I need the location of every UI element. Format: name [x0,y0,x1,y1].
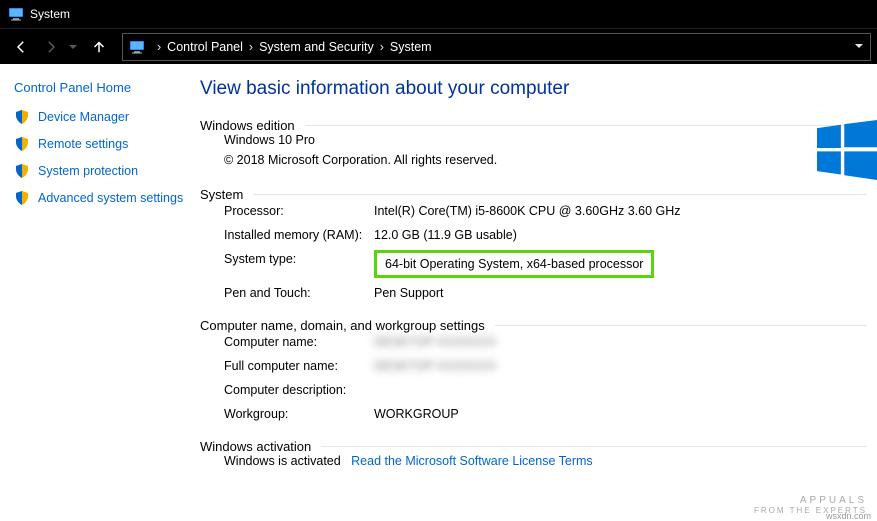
value-blurred: DESKTOP-XXXXXXX [374,357,867,375]
label: Full computer name: [224,357,374,375]
sidebar-item-label: Device Manager [38,110,129,124]
control-panel-home-link[interactable]: Control Panel Home [14,80,190,95]
divider [495,325,867,326]
row-full-computer-name: Full computer name: DESKTOP-XXXXXXX [224,357,867,375]
section-title: Windows edition [200,118,295,133]
breadcrumb-control-panel[interactable]: Control Panel [167,40,243,54]
sidebar-item-remote-settings[interactable]: Remote settings [14,136,190,152]
row-computer-name: Computer name: DESKTOP-XXXXXXX [224,333,867,351]
label: Workgroup: [224,405,374,423]
label: Processor: [224,202,374,220]
page-heading: View basic information about your comput… [200,78,867,100]
breadcrumb-system-security[interactable]: System and Security [259,40,374,54]
back-button[interactable] [6,32,36,62]
row-computer-description: Computer description: [224,381,867,399]
label: Computer description: [224,381,374,399]
row-pen-touch: Pen and Touch: Pen Support [224,284,867,302]
label: Installed memory (RAM): [224,226,374,244]
title-bar: System [0,0,877,28]
system-icon [8,6,24,22]
address-dropdown-icon[interactable] [854,40,864,54]
chevron-right-icon[interactable]: › [249,40,253,54]
value: 12.0 GB (11.9 GB usable) [374,226,867,244]
windows-copyright: © 2018 Microsoft Corporation. All rights… [224,153,867,167]
section-system: System Processor: Intel(R) Core(TM) i5-8… [200,187,867,302]
source-site: wsxdn.com [826,511,871,521]
row-processor: Processor: Intel(R) Core(TM) i5-8600K CP… [224,202,867,220]
label: Computer name: [224,333,374,351]
window-title: System [30,7,70,21]
chevron-right-icon[interactable]: › [380,40,384,54]
windows-product: Windows 10 Pro [224,133,867,147]
value: Pen Support [374,284,867,302]
divider [321,446,867,447]
value [374,381,867,399]
license-terms-link[interactable]: Read the Microsoft Software License Term… [351,454,593,468]
sidebar-item-label: System protection [38,164,138,178]
sidebar: Control Panel Home Device Manager Remote… [0,64,200,521]
activation-line: Windows is activated Read the Microsoft … [224,454,867,468]
sidebar-item-label: Advanced system settings [38,191,183,205]
sidebar-item-device-manager[interactable]: Device Manager [14,109,190,125]
address-bar[interactable]: › Control Panel › System and Security › … [122,33,871,61]
sidebar-item-advanced-system-settings[interactable]: Advanced system settings [14,190,190,206]
row-workgroup: Workgroup: WORKGROUP [224,405,867,423]
shield-icon [14,190,30,206]
section-title: Windows activation [200,439,311,454]
shield-icon [14,163,30,179]
toolbar: › Control Panel › System and Security › … [0,28,877,64]
value-blurred: DESKTOP-XXXXXXX [374,333,867,351]
up-button[interactable] [84,32,114,62]
breadcrumb-system[interactable]: System [390,40,432,54]
row-system-type: System type: 64-bit Operating System, x6… [224,250,867,278]
section-title: System [200,187,243,202]
value: WORKGROUP [374,405,867,423]
forward-button[interactable] [36,32,66,62]
row-ram: Installed memory (RAM): 12.0 GB (11.9 GB… [224,226,867,244]
shield-icon [14,136,30,152]
value: 64-bit Operating System, x64-based proce… [374,250,867,278]
value: Intel(R) Core(TM) i5-8600K CPU @ 3.60GHz… [374,202,867,220]
chevron-right-icon[interactable]: › [157,40,161,54]
section-activation: Windows activation Windows is activated … [200,439,867,468]
content: Control Panel Home Device Manager Remote… [0,64,877,521]
divider [305,125,867,126]
sidebar-item-label: Remote settings [38,137,128,151]
divider [253,194,867,195]
shield-icon [14,109,30,125]
windows-logo-icon [817,120,877,180]
monitor-icon [129,39,145,55]
main-panel: View basic information about your comput… [200,64,877,521]
section-title: Computer name, domain, and workgroup set… [200,318,485,333]
highlighted-system-type: 64-bit Operating System, x64-based proce… [374,250,654,278]
watermark-brand: APPUALS [800,495,867,506]
section-computer-name: Computer name, domain, and workgroup set… [200,318,867,423]
recent-dropdown[interactable] [66,32,80,62]
sidebar-item-system-protection[interactable]: System protection [14,163,190,179]
label: System type: [224,250,374,278]
label: Pen and Touch: [224,284,374,302]
activation-status: Windows is activated [224,454,341,468]
section-windows-edition: Windows edition Windows 10 Pro © 2018 Mi… [200,118,867,167]
